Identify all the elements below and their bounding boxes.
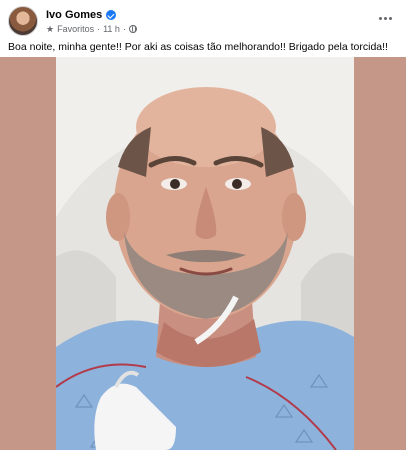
post-meta: ★ Favoritos · 11 h ·	[46, 23, 137, 35]
author-name[interactable]: Ivo Gomes	[46, 9, 102, 21]
globe-icon[interactable]	[128, 25, 137, 33]
more-options-icon-dot	[383, 16, 387, 20]
author-name-row: Ivo Gomes	[46, 8, 117, 22]
meta-separator: ·	[122, 24, 126, 34]
post-photo-container[interactable]	[0, 57, 406, 450]
star-icon: ★	[46, 23, 55, 34]
verified-badge-icon	[106, 10, 117, 20]
more-options-icon-dot	[388, 16, 392, 20]
post-photo[interactable]	[56, 57, 354, 450]
post-time[interactable]: 11 h	[103, 24, 120, 34]
hospital-selfie-illustration	[56, 57, 354, 450]
more-options-icon	[378, 16, 382, 20]
more-options-button[interactable]	[374, 10, 396, 26]
author-avatar[interactable]	[8, 6, 38, 36]
facebook-post: Ivo Gomes ★ Favoritos · 11 h · Boa noite…	[0, 0, 406, 450]
post-header: Ivo Gomes ★ Favoritos · 11 h ·	[8, 6, 398, 36]
post-caption: Boa noite, minha gente!! Por aki as cois…	[8, 41, 388, 53]
audience-label[interactable]: Favoritos	[57, 24, 94, 34]
meta-separator: ·	[97, 24, 101, 34]
